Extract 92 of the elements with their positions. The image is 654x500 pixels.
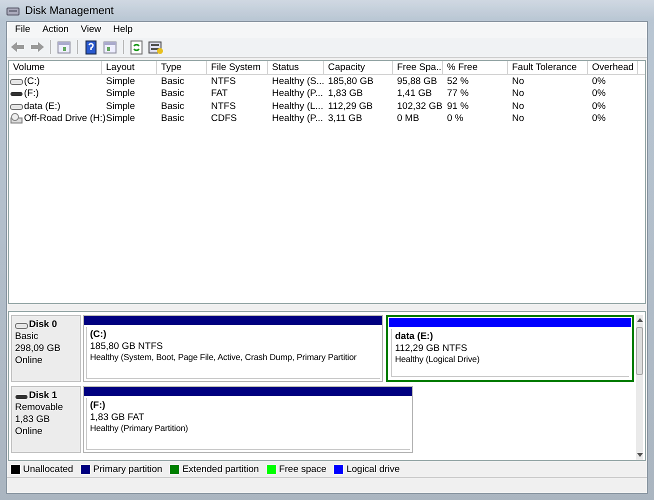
table-cell-text: CDFS bbox=[210, 113, 238, 124]
refresh-icon[interactable] bbox=[129, 40, 145, 55]
table-cell-text: NTFS bbox=[210, 100, 237, 112]
disk-detail: 1,83 GB bbox=[15, 414, 51, 426]
scrollbar[interactable] bbox=[636, 315, 643, 460]
table-cell: (F:) bbox=[24, 88, 39, 100]
disk-detail: Online bbox=[15, 355, 44, 368]
table-cell-text: 1,41 GB bbox=[396, 88, 433, 100]
table-cell-text: 102,32 GB bbox=[396, 100, 443, 112]
column-header[interactable]: Status bbox=[268, 60, 324, 74]
help-icon[interactable] bbox=[83, 40, 99, 55]
column-header[interactable]: Layout bbox=[102, 60, 157, 74]
legend-label: Free space bbox=[278, 464, 326, 475]
table-cell-text: 112,29 GB bbox=[327, 100, 374, 112]
column-header[interactable]: Type bbox=[157, 60, 207, 74]
partition-block[interactable]: (C:) 185,80 GB NTFS Healthy (System, Boot, Page File, Active, Crash Dump, Primary Partitior bbox=[83, 315, 383, 382]
table-cell-text: Basic bbox=[160, 76, 186, 87]
disk-detail: Basic bbox=[15, 331, 40, 344]
disk-detail: Online bbox=[15, 426, 44, 438]
table-cell: Off-Road Drive (H:) bbox=[24, 113, 106, 124]
menu-item[interactable]: View bbox=[74, 24, 108, 36]
table-cell-text: 0% bbox=[591, 88, 607, 100]
forward-arrow-icon[interactable] bbox=[29, 40, 45, 55]
disk-detail: Removable bbox=[15, 402, 64, 414]
partition-block[interactable]: data (E:) 112,29 GB NTFS Healthy (Logical Drive) bbox=[386, 315, 634, 382]
panel-icon[interactable] bbox=[56, 40, 72, 55]
partition-status: Healthy (Primary Partition) bbox=[90, 423, 188, 435]
column-header[interactable]: Capacity bbox=[324, 60, 393, 74]
table-cell-text: FAT bbox=[210, 88, 229, 100]
menu-item[interactable]: Action bbox=[36, 24, 75, 36]
column-header[interactable]: Volume bbox=[9, 60, 102, 74]
table-cell-text: 0% bbox=[591, 113, 607, 124]
table-cell-text: 185,80 GB bbox=[327, 76, 374, 87]
scroll-up-icon[interactable] bbox=[636, 318, 642, 322]
table-cell-text: 0 % bbox=[446, 113, 464, 124]
table-cell-text: Simple bbox=[105, 76, 136, 87]
table-cell-text: 91 % bbox=[446, 100, 470, 112]
legend-label: Logical drive bbox=[346, 464, 400, 475]
menu-item[interactable]: Help bbox=[107, 24, 139, 36]
legend-label: Unallocated bbox=[23, 464, 74, 475]
table-cell-text: 0 MB bbox=[396, 113, 420, 124]
properties-icon[interactable] bbox=[148, 40, 164, 55]
column-header[interactable]: Free Spa... bbox=[393, 60, 443, 74]
column-header[interactable]: Fault Tolerance bbox=[508, 60, 588, 74]
partition-name: (C:) bbox=[90, 329, 106, 341]
table-cell: (C:) bbox=[24, 76, 40, 87]
table-cell-text: 1,83 GB bbox=[327, 88, 364, 100]
table-cell-text: No bbox=[511, 100, 526, 112]
disk-name: Disk 0 bbox=[29, 319, 57, 332]
table-cell-text: 3,11 GB bbox=[327, 113, 364, 124]
table-cell-text: Healthy (S... bbox=[271, 76, 324, 87]
table-cell-text: 0% bbox=[591, 100, 607, 112]
partition-size: 185,80 GB NTFS bbox=[90, 340, 163, 352]
legend-label: Primary partition bbox=[93, 464, 162, 475]
partition-status: Healthy (Logical Drive) bbox=[395, 354, 480, 366]
table-cell-text: No bbox=[511, 76, 526, 87]
partition-name: data (E:) bbox=[395, 331, 433, 343]
partition-size: 1,83 GB FAT bbox=[90, 412, 144, 424]
disk-name: Disk 1 bbox=[29, 390, 57, 402]
partition-block[interactable]: (F:) 1,83 GB FAT Healthy (Primary Partition) bbox=[83, 386, 413, 454]
table-cell-text: No bbox=[511, 88, 526, 100]
scroll-down-icon[interactable] bbox=[636, 453, 642, 458]
disk-info-panel[interactable]: Disk 1 Removable 1,83 GB Online bbox=[11, 386, 81, 454]
table-cell-text: Simple bbox=[105, 88, 136, 100]
table-cell-text: No bbox=[511, 113, 526, 124]
table-cell-text: 52 % bbox=[446, 76, 470, 87]
partition-name: (F:) bbox=[90, 400, 106, 412]
column-header[interactable]: File System bbox=[207, 60, 268, 74]
table-cell-text: NTFS bbox=[210, 76, 237, 87]
table-cell-text: 0% bbox=[591, 76, 607, 87]
table-cell-text: Basic bbox=[160, 88, 186, 100]
table-cell-text: 95,88 GB bbox=[396, 76, 438, 87]
legend-label: Extended partition bbox=[182, 464, 259, 475]
table-cell-text: Simple bbox=[105, 100, 136, 112]
table-cell-text: Healthy (P... bbox=[271, 88, 324, 100]
partition-size: 112,29 GB NTFS bbox=[395, 342, 468, 354]
back-arrow-icon[interactable] bbox=[10, 40, 26, 55]
column-header[interactable]: Overhead bbox=[588, 60, 638, 74]
menu-item[interactable]: File bbox=[9, 24, 36, 36]
column-header[interactable]: % Free bbox=[443, 60, 508, 74]
table-cell-text: 77 % bbox=[446, 88, 470, 100]
table-cell-text: Healthy (P... bbox=[271, 113, 324, 124]
table-cell-text: Basic bbox=[160, 113, 186, 124]
scroll-thumb[interactable] bbox=[636, 327, 643, 376]
table-cell-text: Basic bbox=[160, 100, 186, 112]
table-cell: data (E:) bbox=[24, 100, 60, 112]
partition-status: Healthy (System, Boot, Page File, Active, Crash Dump, Primary Partitior bbox=[90, 352, 357, 364]
disk-detail: 298,09 GB bbox=[15, 343, 62, 356]
cd-drive-icon bbox=[10, 113, 23, 124]
table-cell-text: Healthy (L... bbox=[271, 100, 324, 112]
window-title: Disk Management bbox=[25, 4, 114, 16]
disk-info-panel[interactable]: Disk 0 Basic 298,09 GB Online bbox=[11, 315, 81, 382]
